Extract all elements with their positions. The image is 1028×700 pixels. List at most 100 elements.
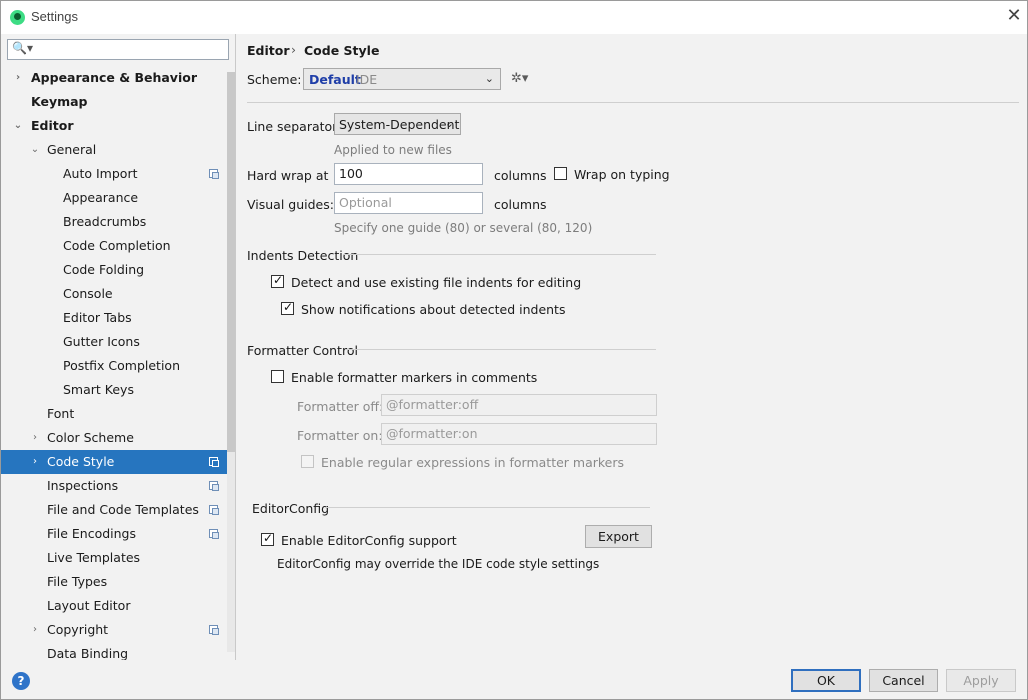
search-icon: 🔍▾: [12, 41, 33, 55]
visual-guides-hint: Specify one guide (80) or several (80, 1…: [334, 221, 593, 235]
divider: [343, 254, 656, 255]
apply-button[interactable]: Apply: [946, 669, 1016, 692]
chevron-down-icon[interactable]: ⌄: [29, 138, 41, 162]
sidebar-item[interactable]: › Code Style: [1, 450, 227, 474]
sidebar-item[interactable]: File Types: [1, 570, 227, 594]
sidebar-item-label: Inspections: [47, 478, 119, 493]
sidebar-item[interactable]: Code Completion: [1, 234, 227, 258]
scheme-label: Scheme:: [247, 72, 302, 87]
editorconfig-note: EditorConfig may override the IDE code s…: [277, 557, 600, 571]
sidebar-item-label: Code Completion: [63, 238, 171, 253]
line-separator-hint: Applied to new files: [334, 143, 452, 157]
sidebar-item-label: General: [47, 142, 97, 157]
scheme-select[interactable]: Default IDE ⌄: [303, 68, 501, 90]
sidebar-item-label: Editor Tabs: [63, 310, 132, 325]
close-icon[interactable]: ✕: [1004, 6, 1024, 26]
breadcrumb-separator-icon: ›: [291, 42, 296, 57]
formatter-regex-label[interactable]: Enable regular expressions in formatter …: [321, 455, 624, 470]
formatter-on-label: Formatter on:: [297, 428, 383, 443]
sidebar-item[interactable]: File Encodings: [1, 522, 227, 546]
formatter-on-input[interactable]: @formatter:on: [381, 423, 657, 445]
sidebar-item-label: Live Templates: [47, 550, 141, 565]
sidebar-item-label: Breadcrumbs: [63, 214, 147, 229]
sidebar-item[interactable]: Code Folding: [1, 258, 227, 282]
sidebar-item[interactable]: › Color Scheme: [1, 426, 227, 450]
chevron-right-icon[interactable]: ›: [12, 66, 24, 90]
sidebar-item-label: Appearance & Behavior: [31, 70, 197, 85]
sidebar-item[interactable]: Console: [1, 282, 227, 306]
sidebar-item[interactable]: Editor Tabs: [1, 306, 227, 330]
chevron-right-icon[interactable]: ›: [29, 618, 41, 642]
sidebar-item[interactable]: Breadcrumbs: [1, 210, 227, 234]
detect-indents-checkbox[interactable]: [271, 273, 284, 288]
visual-guides-label: Visual guides:: [247, 197, 334, 212]
ok-button[interactable]: OK: [791, 669, 861, 692]
visual-guides-input[interactable]: Optional: [334, 192, 483, 214]
sidebar-item[interactable]: Inspections: [1, 474, 227, 498]
sidebar-item[interactable]: Keymap: [1, 90, 227, 114]
sidebar-item[interactable]: Layout Editor: [1, 594, 227, 618]
wrap-on-typing-label[interactable]: Wrap on typing: [574, 167, 670, 182]
divider: [325, 507, 650, 508]
scheme-name: Default: [309, 72, 361, 87]
sidebar-item-label: Data Binding: [47, 646, 129, 660]
hard-wrap-input[interactable]: 100: [334, 163, 483, 185]
sidebar-item[interactable]: › Copyright: [1, 618, 227, 642]
sidebar-item[interactable]: Appearance: [1, 186, 227, 210]
sidebar-item-label: Gutter Icons: [63, 334, 140, 349]
divider: [247, 102, 1019, 103]
project-scope-icon: [209, 505, 219, 515]
breadcrumb-parent[interactable]: Editor: [247, 43, 290, 58]
project-scope-icon: [209, 529, 219, 539]
formatter-off-input[interactable]: @formatter:off: [381, 394, 657, 416]
sidebar-item[interactable]: Data Binding: [1, 642, 227, 660]
project-scope-icon: [209, 481, 219, 491]
editorconfig-label[interactable]: Enable EditorConfig support: [281, 533, 457, 548]
sidebar-scrollbar-thumb[interactable]: [227, 72, 235, 452]
sidebar-item[interactable]: ⌄ Editor: [1, 114, 227, 138]
window-title: Settings: [31, 9, 78, 24]
sidebar-item[interactable]: ⌄ General: [1, 138, 227, 162]
sidebar-item[interactable]: Live Templates: [1, 546, 227, 570]
scheme-scope: IDE: [356, 72, 378, 87]
sidebar-item[interactable]: Font: [1, 402, 227, 426]
sidebar-item-label: Font: [47, 406, 75, 421]
show-indent-notifications-label[interactable]: Show notifications about detected indent…: [301, 302, 565, 317]
export-button[interactable]: Export: [585, 525, 652, 548]
editorconfig-checkbox[interactable]: [261, 531, 274, 546]
gear-icon[interactable]: ✲▾: [511, 71, 528, 86]
sidebar-item-label: Appearance: [63, 190, 139, 205]
formatter-markers-label[interactable]: Enable formatter markers in comments: [291, 370, 537, 385]
settings-window: Settings ✕ 🔍▾ › Appearance & Behavior Keym…: [0, 0, 1028, 700]
sidebar-item[interactable]: Postfix Completion: [1, 354, 227, 378]
hard-wrap-unit: columns: [494, 168, 547, 183]
show-indent-notifications-checkbox[interactable]: [281, 300, 294, 315]
project-scope-icon: [209, 169, 219, 179]
sidebar-item[interactable]: File and Code Templates: [1, 498, 227, 522]
formatter-control-title: Formatter Control: [247, 343, 358, 358]
help-icon[interactable]: ?: [12, 672, 30, 690]
formatter-markers-checkbox[interactable]: [271, 370, 284, 383]
line-separator-label: Line separator:: [247, 119, 342, 134]
sidebar-item[interactable]: › Appearance & Behavior: [1, 66, 227, 90]
chevron-down-icon[interactable]: ⌄: [12, 114, 24, 138]
chevron-right-icon[interactable]: ›: [29, 450, 41, 474]
wrap-on-typing-checkbox[interactable]: [554, 167, 567, 180]
sidebar-item-label: File Types: [47, 574, 108, 589]
chevron-right-icon[interactable]: ›: [29, 426, 41, 450]
sidebar-item-label: Code Folding: [63, 262, 145, 277]
line-separator-select[interactable]: System-Dependent ⌄: [334, 113, 461, 135]
divider: [345, 349, 656, 350]
sidebar-item[interactable]: Auto Import: [1, 162, 227, 186]
sidebar-search-input[interactable]: 🔍▾: [7, 39, 229, 60]
breadcrumb-current: Code Style: [304, 43, 380, 58]
sidebar-item-label: Postfix Completion: [63, 358, 180, 373]
sidebar-item-label: Smart Keys: [63, 382, 134, 397]
sidebar-item-label: Color Scheme: [47, 430, 134, 445]
sidebar-item[interactable]: Smart Keys: [1, 378, 227, 402]
sidebar-item-label: Console: [63, 286, 113, 301]
formatter-regex-checkbox[interactable]: [301, 455, 314, 468]
cancel-button[interactable]: Cancel: [869, 669, 938, 692]
detect-indents-label[interactable]: Detect and use existing file indents for…: [291, 275, 581, 290]
sidebar-item[interactable]: Gutter Icons: [1, 330, 227, 354]
